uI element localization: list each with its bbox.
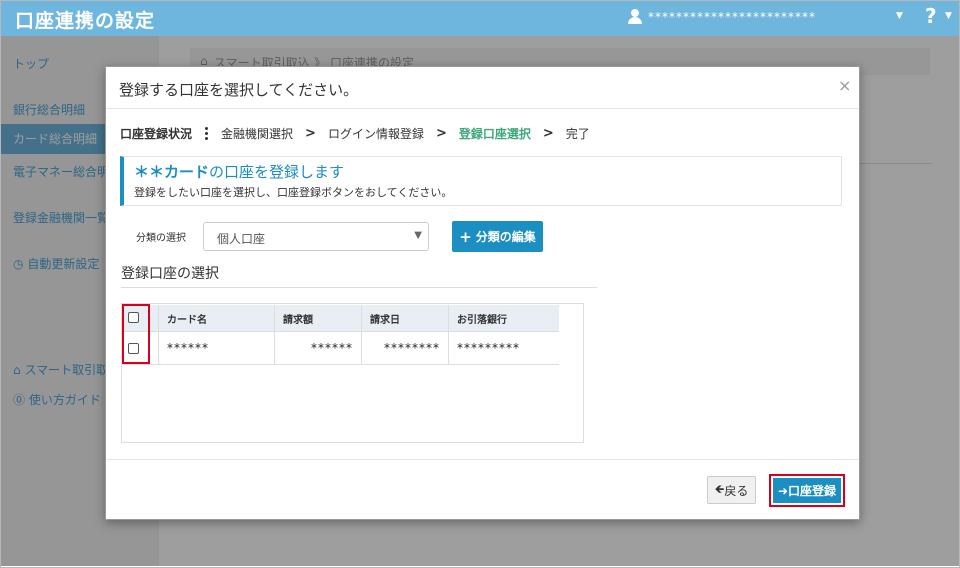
- info-title: ＊＊カードの口座を登録します: [134, 161, 344, 182]
- column-header: カード名: [158, 305, 275, 332]
- column-header: お引落銀行: [448, 305, 559, 332]
- back-button[interactable]: 🡸 戻る: [707, 476, 756, 504]
- step-complete: 完了: [565, 127, 590, 141]
- register-account-button[interactable]: ➜ 口座登録: [769, 474, 845, 507]
- info-card-name: ＊＊カード: [134, 163, 210, 181]
- vertical-dots-icon: [205, 127, 209, 140]
- chevron-right-icon: >: [305, 126, 316, 141]
- close-icon[interactable]: ×: [838, 76, 851, 95]
- back-button-label: 戻る: [724, 483, 749, 498]
- steps-status-label: 口座登録状況: [120, 127, 193, 141]
- plus-icon: +: [459, 227, 472, 246]
- column-header: 請求額: [274, 305, 362, 332]
- divider: [106, 459, 859, 460]
- divider: [121, 287, 597, 288]
- arrow-left-icon: 🡸: [714, 481, 725, 496]
- billing-date-cell: ********: [361, 331, 449, 365]
- edit-category-button[interactable]: + 分類の編集: [452, 221, 543, 252]
- user-name: ************************: [648, 10, 816, 24]
- checkbox-highlight: [122, 304, 150, 364]
- debit-bank-cell: *********: [448, 331, 559, 365]
- info-title-suffix: の口座を登録します: [209, 163, 345, 181]
- modal-title: 登録する口座を選択してください。: [119, 81, 359, 99]
- account-select-modal: 登録する口座を選択してください。 × 口座登録状況 金融機関選択 > ログイン情…: [105, 66, 860, 520]
- card-name-cell: ******: [158, 331, 275, 365]
- user-icon: [628, 9, 642, 25]
- arrow-right-icon: ➜: [777, 483, 789, 498]
- info-description: 登録をしたい口座を選択し、口座登録ボタンをおしてください。: [134, 186, 453, 199]
- registration-steps: 口座登録状況 金融機関選択 > ログイン情報登録 > 登録口座選択 > 完了: [120, 125, 590, 142]
- help-icon[interactable]: ?: [925, 4, 937, 28]
- caret-down-icon[interactable]: ▼: [896, 11, 903, 21]
- section-title: 登録口座の選択: [121, 266, 219, 282]
- accounts-table-panel: カード名 請求額 請求日 お引落銀行 ****** ****** *******…: [121, 303, 584, 443]
- user-menu[interactable]: ************************: [628, 9, 816, 25]
- category-select[interactable]: 個人口座 ▼: [203, 222, 429, 251]
- category-select-value: 個人口座: [217, 232, 266, 246]
- edit-category-label: 分類の編集: [475, 230, 536, 244]
- register-account-label: 口座登録: [788, 484, 837, 498]
- chevron-down-icon: ▼: [414, 230, 422, 241]
- info-box: ＊＊カードの口座を登録します 登録をしたい口座を選択し、口座登録ボタンをおしてく…: [120, 156, 842, 206]
- divider: [106, 108, 859, 109]
- page-title: 口座連携の設定: [15, 10, 156, 32]
- caret-down-icon[interactable]: ▼: [945, 11, 952, 21]
- accounts-table: カード名 請求額 請求日 お引落銀行 ****** ****** *******…: [124, 305, 559, 365]
- table-row: ****** ****** ******** *********: [124, 331, 559, 365]
- column-header: 請求日: [361, 305, 449, 332]
- billing-amount-cell: ******: [274, 331, 362, 365]
- step-login: ログイン情報登録: [327, 127, 424, 141]
- step-institution: 金融機関選択: [221, 127, 294, 141]
- chevron-right-icon: >: [542, 126, 554, 141]
- chevron-right-icon: >: [435, 126, 447, 141]
- category-label: 分類の選択: [136, 233, 186, 244]
- register-account-button-inner: ➜ 口座登録: [773, 478, 841, 503]
- step-account-select: 登録口座選択: [458, 127, 531, 141]
- table-header-row: カード名 請求額 請求日 お引落銀行: [124, 305, 559, 332]
